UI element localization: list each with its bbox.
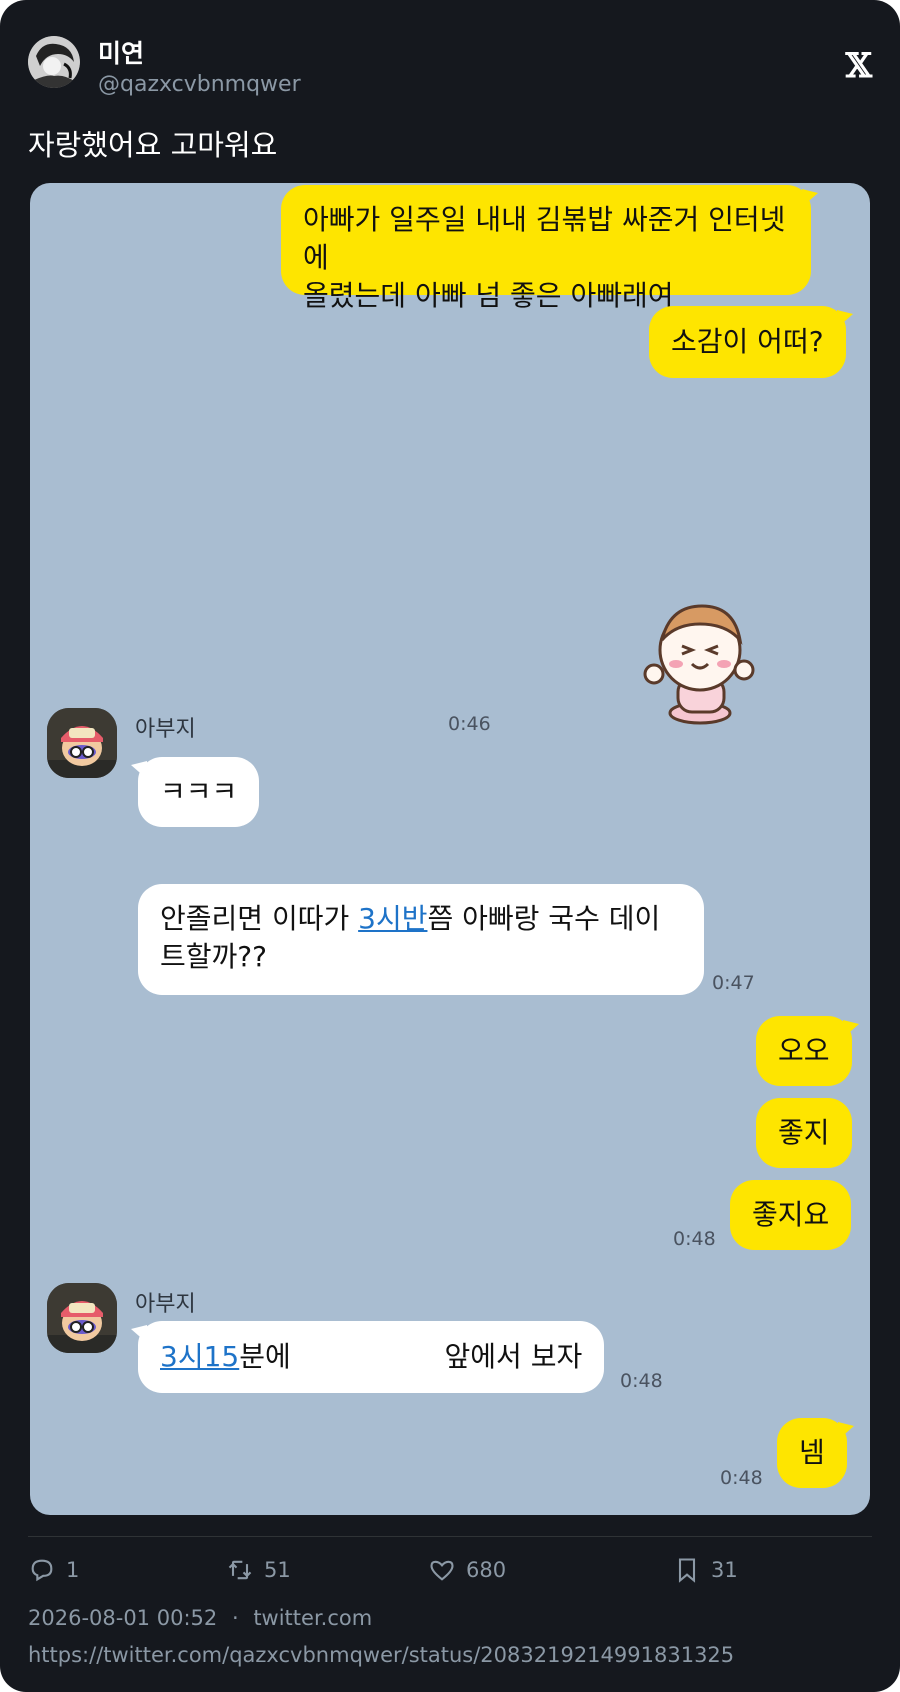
action-bar: 1 51 680 31 <box>28 1556 872 1596</box>
like-icon <box>430 1560 454 1581</box>
tweet-text: 자랑했어요 고마워요 <box>28 128 278 162</box>
tweet-card: 미연 @qazxcvbnmqwer 𝕏 자랑했어요 고마워요 아빠가 일주일 내… <box>0 0 900 1692</box>
chat-bubble-mine: 아빠가 일주일 내내 김볶밥 싸준거 인터넷에 올렸는데 아빠 넘 좋은 아빠래… <box>281 185 818 312</box>
time-link[interactable]: 3시15 <box>160 1340 239 1373</box>
user-avatar[interactable] <box>28 36 80 88</box>
reply-button[interactable]: 1 <box>28 1556 79 1584</box>
retweet-count: 51 <box>264 1558 291 1582</box>
chat-timestamp: 0:48 <box>673 1228 716 1250</box>
bookmark-icon <box>678 1558 696 1583</box>
chat-bubble-mine: 소감이 어떠? <box>649 306 853 378</box>
bookmark-count: 31 <box>711 1558 738 1582</box>
friend-avatar-image <box>47 1283 117 1353</box>
chat-text: 오오 <box>778 1034 830 1067</box>
chat-text: 분에 <box>239 1340 300 1373</box>
chat-text-line: 안졸리면 이따가 3시반쯤 아빠랑 국수 데이 <box>160 900 682 938</box>
bookmark-button[interactable]: 31 <box>673 1556 738 1584</box>
tweet-url[interactable]: https://twitter.com/qazxcvbnmqwer/status… <box>28 1643 734 1667</box>
friend-avatar-image <box>47 708 117 778</box>
chat-bubble-mine: 좋지요 <box>730 1180 852 1250</box>
display-name[interactable]: 미연 <box>98 34 144 70</box>
friend-avatar[interactable] <box>47 708 117 778</box>
chat-bubble-other: 3시15분에 앞에서 보자 <box>130 1321 605 1393</box>
tweet-meta: 2026-08-01 00:52 · twitter.com <box>28 1606 372 1630</box>
chat-bubble-mine: 좋지 <box>756 1098 852 1168</box>
chat-timestamp: 0:46 <box>448 713 491 735</box>
like-button[interactable]: 680 <box>428 1556 506 1584</box>
retweet-button[interactable]: 51 <box>226 1556 291 1584</box>
chat-text-line: 트할까?? <box>160 940 268 973</box>
retweet-icon <box>228 1560 252 1580</box>
friend-avatar[interactable] <box>47 1283 117 1353</box>
meta-separator: · <box>231 1606 239 1630</box>
chat-text: 좋지 <box>778 1116 830 1149</box>
tweet-header: 미연 @qazxcvbnmqwer 𝕏 <box>28 34 872 98</box>
chat-screenshot[interactable]: 아빠가 일주일 내내 김볶밥 싸준거 인터넷에 올렸는데 아빠 넘 좋은 아빠래… <box>30 183 870 1515</box>
avatar-illustration <box>28 36 80 88</box>
chat-bubble-other: ㅋㅋㅋ <box>130 757 260 827</box>
chat-timestamp: 0:47 <box>712 972 755 994</box>
chat-bubble-mine: 오오 <box>756 1016 859 1086</box>
chat-timestamp: 0:48 <box>620 1370 663 1392</box>
chat-text-line: 아빠가 일주일 내내 김볶밥 싸준거 인터넷에 <box>303 203 786 274</box>
time-link[interactable]: 3시반 <box>358 902 427 935</box>
reply-icon <box>31 1559 53 1582</box>
chat-text: 앞에서 보자 <box>435 1340 583 1373</box>
chat-text: 소감이 어떠? <box>671 325 824 358</box>
chat-timestamp: 0:48 <box>720 1467 763 1489</box>
chat-text: 넴 <box>799 1436 825 1469</box>
reply-count: 1 <box>66 1558 80 1582</box>
like-count: 680 <box>466 1558 507 1582</box>
tweet-source[interactable]: twitter.com <box>253 1606 372 1630</box>
tweet-date[interactable]: 2026-08-01 00:52 <box>28 1606 217 1630</box>
divider <box>28 1536 872 1537</box>
chat-text: 안졸리면 이따가 <box>160 902 359 935</box>
chat-text: ㅋㅋㅋ <box>160 775 238 808</box>
chat-text: 좋지요 <box>752 1198 830 1231</box>
chat-bubble-other: 안졸리면 이따가 3시반쯤 아빠랑 국수 데이 트할까?? <box>138 884 704 995</box>
chat-bubble-mine: 넴 <box>777 1418 854 1488</box>
x-logo-icon[interactable]: 𝕏 <box>846 46 872 86</box>
sender-name: 아부지 <box>135 717 196 742</box>
chat-text: 쯤 아빠랑 국수 데이 <box>427 902 661 935</box>
baby-sticker <box>643 604 755 725</box>
sender-name: 아부지 <box>135 1292 196 1317</box>
redacted-place <box>299 1343 436 1373</box>
user-handle[interactable]: @qazxcvbnmqwer <box>98 72 301 97</box>
